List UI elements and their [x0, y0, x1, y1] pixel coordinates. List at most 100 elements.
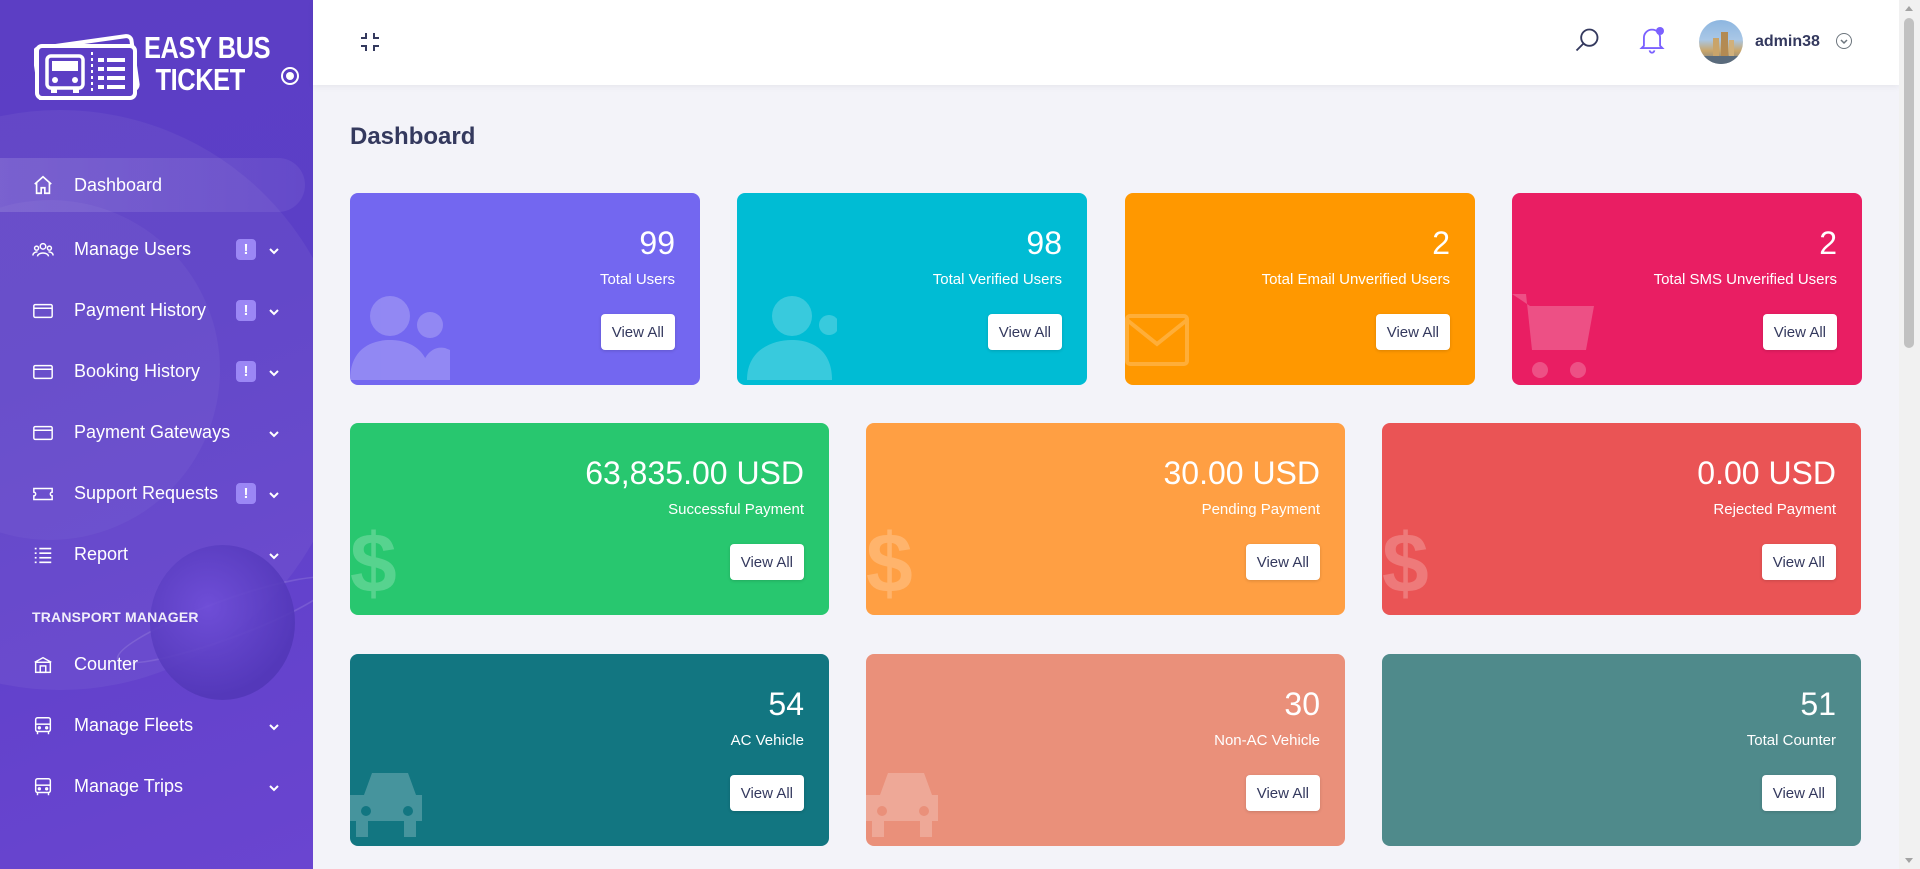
stat-label: AC Vehicle: [730, 732, 804, 749]
stat-value: 63,835.00 USD: [585, 455, 804, 491]
topbar: admin38: [313, 0, 1899, 85]
dollar-icon: $: [866, 516, 913, 610]
stat-label: Total SMS Unverified Users: [1653, 271, 1837, 288]
view-all-button[interactable]: View All: [1761, 544, 1836, 580]
view-all-button[interactable]: View All: [1761, 775, 1836, 811]
sidebar-item-label: Booking History: [74, 361, 201, 381]
scroll-up-icon[interactable]: [1905, 6, 1913, 11]
scrollbar-thumb[interactable]: [1904, 18, 1914, 348]
view-all-button[interactable]: View All: [987, 314, 1062, 350]
sidebar-item-report[interactable]: Report: [0, 524, 313, 585]
bus-icon: [32, 776, 54, 798]
users-icon: [737, 290, 839, 385]
email-unverified-card: 2 Total Email Unverified Users View All: [1125, 193, 1475, 385]
page-scrollbar[interactable]: [1899, 0, 1920, 869]
sidebar-item-label: Dashboard: [74, 174, 163, 195]
sidebar-item-dashboard[interactable]: Dashboard: [0, 158, 305, 212]
view-all-button[interactable]: View All: [1245, 775, 1320, 811]
stat-value: 2: [1819, 225, 1837, 261]
sidebar-item-label: Support Requests: [74, 483, 219, 503]
dollar-icon: $: [350, 516, 397, 610]
sidebar-item-label: Payment Gateways: [74, 422, 231, 442]
brand-logo[interactable]: EASY BUS TICKET: [32, 28, 298, 104]
sidebar-item-counter[interactable]: Counter: [0, 634, 313, 695]
search-icon[interactable]: [1573, 26, 1601, 54]
home-icon: [32, 174, 54, 196]
car-icon: [866, 765, 938, 846]
chevron-down-icon: [268, 244, 280, 256]
ac-vehicle-card: 54 AC Vehicle View All: [350, 654, 829, 846]
stat-value: 2: [1432, 225, 1450, 261]
ticket-icon: [32, 483, 54, 505]
stat-value: 54: [768, 686, 804, 722]
stat-value: 30: [1284, 686, 1320, 722]
warning-badge: !: [236, 361, 256, 382]
stat-value: 30.00 USD: [1163, 455, 1320, 491]
sidebar: EASY BUS TICKET Dashboard Manage Users !: [0, 0, 313, 869]
sidebar-toggle-icon[interactable]: [281, 67, 299, 85]
main-content: Dashboard 99 Total Users View All 98 Tot…: [313, 85, 1899, 869]
scroll-down-icon[interactable]: [1905, 858, 1913, 863]
brand-line-2: TICKET: [155, 62, 245, 97]
users-icon: [32, 239, 54, 261]
avatar[interactable]: [1699, 20, 1743, 64]
list-icon: [32, 544, 54, 566]
sidebar-item-manage-fleets[interactable]: Manage Fleets: [0, 695, 313, 756]
chevron-down-icon: [268, 781, 280, 793]
non-ac-vehicle-card: 30 Non-AC Vehicle View All: [866, 654, 1345, 846]
view-all-button[interactable]: View All: [1245, 544, 1320, 580]
view-all-button[interactable]: View All: [729, 775, 804, 811]
verified-users-card: 98 Total Verified Users View All: [737, 193, 1087, 385]
sidebar-item-manage-users[interactable]: Manage Users !: [0, 219, 313, 280]
stat-label: Non-AC Vehicle: [1214, 732, 1320, 749]
chevron-down-icon: [268, 488, 280, 500]
stat-label: Total Verified Users: [932, 271, 1062, 288]
envelope-icon: [1125, 312, 1189, 373]
users-icon: [350, 290, 450, 385]
stat-label: Total Users: [599, 271, 675, 288]
brand-name: EASY BUS TICKET: [144, 30, 271, 97]
building-icon: [32, 654, 54, 676]
page-title: Dashboard: [350, 123, 476, 150]
sidebar-item-payment-gateways[interactable]: Payment Gateways: [0, 402, 313, 463]
total-counter-card: 51 Total Counter View All: [1382, 654, 1861, 846]
successful-payment-card: $ 63,835.00 USD Successful Payment View …: [350, 423, 829, 615]
chevron-down-icon: [268, 549, 280, 561]
total-users-card: 99 Total Users View All: [350, 193, 700, 385]
credit-card-icon: [32, 300, 54, 322]
sidebar-item-manage-trips[interactable]: Manage Trips: [0, 756, 313, 817]
view-all-button[interactable]: View All: [600, 314, 675, 350]
cart-icon: [1512, 294, 1596, 385]
pending-payment-card: $ 30.00 USD Pending Payment View All: [866, 423, 1345, 615]
brand-line-1: EASY BUS: [144, 30, 271, 65]
bus-ticket-logo-icon: [32, 28, 142, 104]
stat-value: 51: [1800, 686, 1836, 722]
sidebar-section-title: TRANSPORT MANAGER: [32, 609, 199, 625]
view-all-button[interactable]: View All: [1762, 314, 1837, 350]
sidebar-menu-transport: Counter Manage Fleets Manage Trips: [0, 634, 313, 817]
sidebar-item-support-requests[interactable]: Support Requests !: [0, 463, 313, 524]
stat-value: 99: [639, 225, 675, 261]
view-all-button[interactable]: View All: [1375, 314, 1450, 350]
stat-label: Total Email Unverified Users: [1261, 271, 1450, 288]
credit-card-icon: [32, 422, 54, 444]
stat-label: Successful Payment: [668, 501, 804, 518]
sidebar-item-payment-history[interactable]: Payment History !: [0, 280, 313, 341]
stat-value: 98: [1026, 225, 1062, 261]
warning-badge: !: [236, 239, 256, 260]
chevron-down-icon[interactable]: [1836, 33, 1852, 49]
sidebar-item-label: Manage Trips: [74, 776, 184, 796]
sidebar-item-label: Payment History: [74, 300, 207, 320]
bus-icon: [32, 715, 54, 737]
rejected-payment-card: $ 0.00 USD Rejected Payment View All: [1382, 423, 1861, 615]
username[interactable]: admin38: [1755, 33, 1820, 51]
sidebar-item-booking-history[interactable]: Booking History !: [0, 341, 313, 402]
bell-icon[interactable]: [1638, 25, 1666, 55]
sidebar-item-label: Counter: [74, 654, 139, 674]
collapse-icon[interactable]: [358, 30, 382, 54]
stat-label: Pending Payment: [1201, 501, 1320, 518]
notification-dot: [1656, 27, 1664, 35]
sidebar-item-label: Report: [74, 544, 129, 564]
car-icon: [350, 765, 422, 846]
view-all-button[interactable]: View All: [729, 544, 804, 580]
